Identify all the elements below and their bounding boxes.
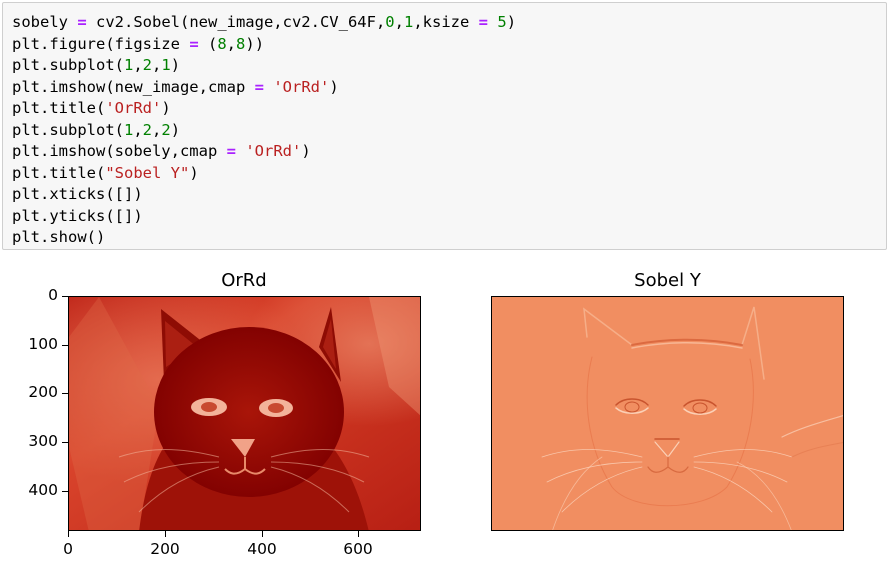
code-token: plt.yticks([]) bbox=[12, 206, 143, 225]
code-token: = bbox=[189, 34, 199, 53]
code-token: plt.show() bbox=[12, 228, 106, 246]
code-token: plt.title( bbox=[12, 163, 106, 182]
code-token: , bbox=[152, 56, 162, 74]
left-xtick-label: 0 bbox=[63, 540, 73, 558]
code-token: 8 bbox=[236, 34, 246, 53]
code-token: plt.imshow(new_image,cmap bbox=[12, 77, 255, 96]
left-ytick-label: 200 bbox=[28, 383, 58, 401]
left-ytick-mark-200 bbox=[62, 393, 68, 394]
code-line: sobely = cv2.Sobel(new_image,cv2.CV_64F,… bbox=[12, 12, 516, 34]
code-cell[interactable]: sobely = cv2.Sobel(new_image,cv2.CV_64F,… bbox=[2, 2, 887, 250]
code-token: sobely bbox=[12, 13, 78, 31]
left-ytick-label: 300 bbox=[28, 432, 58, 450]
code-token: ) bbox=[170, 56, 181, 74]
left-plot-image bbox=[68, 296, 421, 531]
code-line: plt.subplot(1,2,1) bbox=[12, 55, 516, 77]
code-token: ) bbox=[301, 142, 311, 160]
code-line: plt.show() bbox=[12, 227, 516, 249]
cat-image-orrd bbox=[69, 297, 420, 530]
code-line: plt.xticks([]) bbox=[12, 184, 516, 206]
code-token: 'OrRd' bbox=[245, 142, 302, 160]
left-xtick-label: 200 bbox=[150, 540, 180, 558]
code-token: , bbox=[133, 120, 143, 139]
code-token: , bbox=[133, 56, 143, 74]
code-line: plt.imshow(new_image,cmap = 'OrRd') bbox=[12, 77, 516, 99]
code-token: = bbox=[254, 77, 264, 96]
code-token: 0 bbox=[385, 13, 395, 31]
code-token: 1 bbox=[161, 56, 171, 74]
output-area: OrRd 0 100 200 300 400 0 200 400 600 Sob… bbox=[0, 250, 890, 567]
code-token: plt.xticks([]) bbox=[12, 185, 143, 203]
code-token: , bbox=[152, 120, 162, 139]
code-token: = bbox=[77, 13, 87, 31]
code-token: plt.title( bbox=[12, 99, 106, 117]
code-line: plt.figure(figsize = (8,8)) bbox=[12, 34, 516, 56]
code-token: ) bbox=[161, 99, 171, 117]
code-token: ) bbox=[170, 120, 181, 139]
right-plot-title: Sobel Y bbox=[634, 270, 701, 291]
code-token: ) bbox=[506, 13, 517, 31]
code-token: ) bbox=[329, 77, 339, 96]
right-plot-image bbox=[491, 296, 844, 531]
left-plot-title: OrRd bbox=[221, 270, 267, 291]
left-xtick-label: 400 bbox=[247, 540, 277, 558]
code-token: 1 bbox=[403, 13, 414, 31]
code-token: = bbox=[226, 142, 236, 160]
code-line: plt.imshow(sobely,cmap = 'OrRd') bbox=[12, 141, 516, 163]
code-token: , bbox=[226, 34, 237, 53]
left-xtick-mark-0 bbox=[68, 531, 69, 537]
code-line: plt.title("Sobel Y") bbox=[12, 163, 516, 185]
code-line: plt.yticks([]) bbox=[12, 206, 516, 228]
left-ytick-mark-300 bbox=[62, 442, 68, 443]
left-ytick-mark-100 bbox=[62, 345, 68, 346]
code-token: plt.imshow(sobely,cmap bbox=[12, 142, 227, 160]
code-token: 1 bbox=[123, 120, 134, 139]
left-xtick-mark-200 bbox=[165, 531, 166, 537]
code-token: 2 bbox=[161, 120, 171, 139]
left-xtick-mark-600 bbox=[358, 531, 359, 537]
cat-image-sobel-y bbox=[492, 297, 843, 530]
left-ytick-label: 0 bbox=[48, 286, 58, 304]
code-token: cv2.Sobel(new_image,cv2.CV_64F, bbox=[86, 13, 386, 31]
left-xtick-label: 600 bbox=[343, 540, 373, 558]
code-token: ( bbox=[198, 34, 218, 53]
code-token: 'OrRd' bbox=[105, 99, 162, 117]
left-ytick-label: 400 bbox=[28, 481, 58, 499]
code-token: 5 bbox=[497, 13, 507, 31]
code-token: ) bbox=[189, 163, 199, 182]
code-token: plt.figure(figsize bbox=[12, 34, 190, 53]
code-token: ,ksize bbox=[413, 13, 479, 31]
code-token: = bbox=[478, 13, 488, 31]
code-token: 'OrRd' bbox=[273, 77, 330, 96]
left-xtick-mark-400 bbox=[262, 531, 263, 537]
left-ytick-mark-0 bbox=[62, 296, 68, 297]
code-editor[interactable]: sobely = cv2.Sobel(new_image,cv2.CV_64F,… bbox=[12, 12, 516, 249]
left-ytick-label: 100 bbox=[28, 335, 58, 353]
code-token: 8 bbox=[217, 34, 227, 53]
left-ytick-mark-400 bbox=[62, 491, 68, 492]
code-token: "Sobel Y" bbox=[105, 163, 190, 182]
code-token: 2 bbox=[142, 120, 153, 139]
code-token: )) bbox=[245, 34, 265, 53]
code-line: plt.title('OrRd') bbox=[12, 98, 516, 120]
code-token: 2 bbox=[142, 56, 153, 74]
code-token: , bbox=[394, 13, 404, 31]
code-token: 1 bbox=[123, 56, 134, 74]
code-token: plt.subplot( bbox=[12, 120, 124, 139]
code-line: plt.subplot(1,2,2) bbox=[12, 120, 516, 142]
code-token: plt.subplot( bbox=[12, 56, 124, 74]
